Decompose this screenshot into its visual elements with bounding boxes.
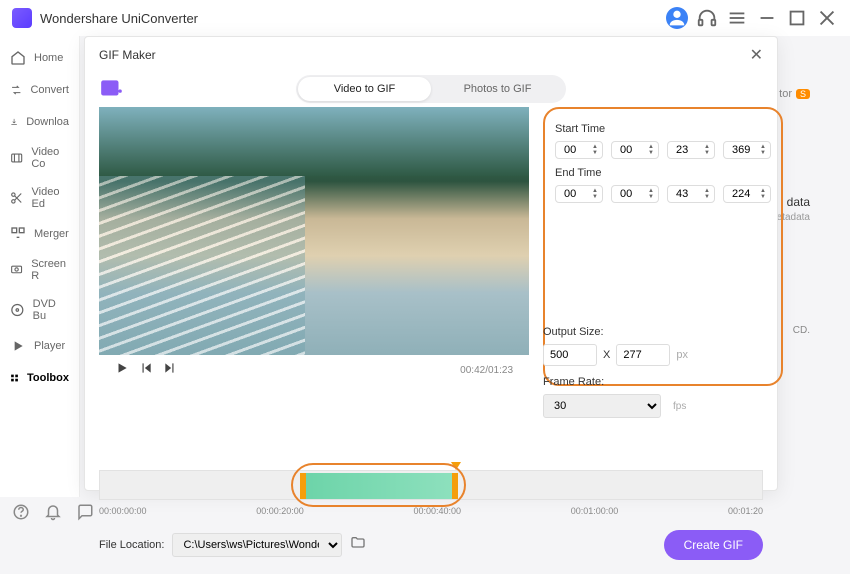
play-icon bbox=[10, 338, 26, 354]
disc-icon bbox=[10, 302, 25, 318]
sidebar-item-label: Downloa bbox=[26, 116, 69, 128]
sidebar-item-screenr[interactable]: Screen R bbox=[0, 250, 79, 290]
fps-label: fps bbox=[673, 401, 686, 412]
avatar-icon[interactable] bbox=[666, 7, 688, 29]
sidebar-item-label: Toolbox bbox=[27, 372, 69, 384]
mode-tabs: Video to GIF Photos to GIF bbox=[296, 75, 566, 103]
titlebar: Wondershare UniConverter bbox=[0, 0, 850, 36]
end-m-stepper[interactable]: ▲▼ bbox=[611, 185, 659, 203]
start-ms-input[interactable] bbox=[732, 144, 754, 156]
sidebar-item-label: Home bbox=[34, 52, 63, 64]
modal-title: GIF Maker bbox=[99, 48, 156, 62]
end-time-label: End Time bbox=[555, 167, 771, 179]
maximize-icon[interactable] bbox=[786, 7, 808, 29]
sidebar-item-label: Video Ed bbox=[32, 186, 70, 210]
timeline-selection[interactable] bbox=[300, 473, 458, 499]
start-s-input[interactable] bbox=[676, 144, 698, 156]
start-h-stepper[interactable]: ▲▼ bbox=[555, 141, 603, 159]
headset-icon[interactable] bbox=[696, 7, 718, 29]
app-title: Wondershare UniConverter bbox=[40, 11, 198, 26]
timeline-track[interactable] bbox=[99, 470, 763, 500]
sidebar-item-label: Player bbox=[34, 340, 65, 352]
start-ms-stepper[interactable]: ▲▼ bbox=[723, 141, 771, 159]
start-h-input[interactable] bbox=[564, 144, 586, 156]
sidebar-item-label: Convert bbox=[30, 84, 69, 96]
sidebar-item-videoed[interactable]: Video Ed bbox=[0, 178, 79, 218]
output-width-input[interactable] bbox=[543, 344, 597, 366]
sidebar-item-home[interactable]: Home bbox=[0, 42, 79, 74]
backdrop-tor: torS bbox=[779, 88, 810, 100]
tick-label: 00:00:40:00 bbox=[413, 506, 461, 516]
start-time-label: Start Time bbox=[555, 123, 771, 135]
playhead[interactable] bbox=[451, 462, 461, 470]
px-label: px bbox=[676, 349, 688, 361]
merge-icon bbox=[10, 226, 26, 242]
scissors-icon bbox=[10, 190, 24, 206]
minimize-icon[interactable] bbox=[756, 7, 778, 29]
x-label: X bbox=[603, 349, 610, 361]
gif-maker-modal: GIF Maker ✕ Video to GIF Photos to GIF 0… bbox=[84, 36, 778, 491]
compress-icon bbox=[10, 150, 23, 166]
tick-label: 00:00:20:00 bbox=[256, 506, 304, 516]
backdrop-data: data bbox=[787, 195, 810, 209]
end-s-input[interactable] bbox=[676, 188, 698, 200]
sidebar-item-label: Video Co bbox=[31, 146, 69, 170]
download-icon bbox=[10, 114, 18, 130]
sidebar-item-label: Screen R bbox=[31, 258, 69, 282]
tab-video-to-gif[interactable]: Video to GIF bbox=[298, 77, 431, 101]
create-gif-button[interactable]: Create GIF bbox=[664, 530, 763, 560]
output-height-input[interactable] bbox=[616, 344, 670, 366]
help-icon[interactable] bbox=[12, 503, 30, 521]
end-s-stepper[interactable]: ▲▼ bbox=[667, 185, 715, 203]
start-m-input[interactable] bbox=[620, 144, 642, 156]
app-logo bbox=[12, 8, 32, 28]
frame-rate-select[interactable]: 30 bbox=[543, 394, 661, 418]
sidebar-item-toolbox[interactable]: Toolbox bbox=[0, 362, 79, 394]
home-icon bbox=[10, 50, 26, 66]
end-h-stepper[interactable]: ▲▼ bbox=[555, 185, 603, 203]
start-m-stepper[interactable]: ▲▼ bbox=[611, 141, 659, 159]
output-size-label: Output Size: bbox=[543, 326, 763, 338]
tick-label: 00:01:20 bbox=[728, 506, 763, 516]
tab-photos-to-gif[interactable]: Photos to GIF bbox=[431, 77, 564, 101]
sidebar-item-label: Merger bbox=[34, 228, 69, 240]
bell-icon[interactable] bbox=[44, 503, 62, 521]
sidebar: Home Convert Downloa Video Co Video Ed M… bbox=[0, 36, 80, 497]
end-h-input[interactable] bbox=[564, 188, 586, 200]
tick-label: 00:01:00:00 bbox=[571, 506, 619, 516]
file-location-select[interactable]: C:\Users\ws\Pictures\Wonders bbox=[172, 533, 342, 557]
sidebar-item-convert[interactable]: Convert bbox=[0, 74, 79, 106]
tick-label: 00:00:00:00 bbox=[99, 506, 147, 516]
end-ms-input[interactable] bbox=[732, 188, 754, 200]
menu-icon[interactable] bbox=[726, 7, 748, 29]
file-location-label: File Location: bbox=[99, 539, 164, 551]
sidebar-item-label: DVD Bu bbox=[33, 298, 69, 322]
timeline-ticks: 00:00:00:00 00:00:20:00 00:00:40:00 00:0… bbox=[99, 506, 763, 516]
sidebar-item-player[interactable]: Player bbox=[0, 330, 79, 362]
end-m-input[interactable] bbox=[620, 188, 642, 200]
start-s-stepper[interactable]: ▲▼ bbox=[667, 141, 715, 159]
close-icon[interactable] bbox=[816, 7, 838, 29]
sidebar-item-videoco[interactable]: Video Co bbox=[0, 138, 79, 178]
sidebar-item-merger[interactable]: Merger bbox=[0, 218, 79, 250]
sidebar-item-dvdbu[interactable]: DVD Bu bbox=[0, 290, 79, 330]
convert-icon bbox=[10, 82, 22, 98]
backdrop-cd: CD. bbox=[793, 325, 810, 336]
folder-icon[interactable] bbox=[350, 535, 366, 556]
end-ms-stepper[interactable]: ▲▼ bbox=[723, 185, 771, 203]
sidebar-item-download[interactable]: Downloa bbox=[0, 106, 79, 138]
frame-rate-label: Frame Rate: bbox=[543, 376, 763, 388]
grid-icon bbox=[10, 370, 19, 386]
record-icon bbox=[10, 262, 23, 278]
video-preview[interactable] bbox=[99, 107, 529, 355]
close-icon[interactable]: ✕ bbox=[750, 45, 763, 65]
